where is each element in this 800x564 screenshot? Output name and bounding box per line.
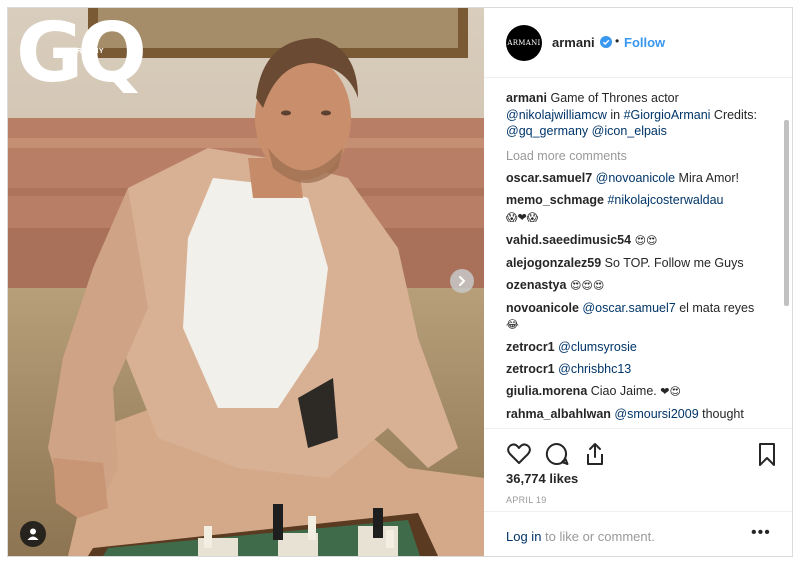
caption-hashtag[interactable]: #GiorgioArmani [624, 108, 711, 122]
login-link[interactable]: Log in [506, 529, 541, 544]
comment-username[interactable]: novoanicole [506, 301, 579, 315]
comment: zetrocr1 @clumsyrosie [506, 339, 780, 356]
separator-dot: • [615, 34, 620, 48]
comment-username[interactable]: oscar.samuel7 [506, 171, 592, 185]
comment-emoji: ❤😍 [660, 385, 681, 398]
login-bar: Log in to like or comment. ••• [484, 511, 792, 556]
comment-username[interactable]: memo_schmage [506, 193, 604, 207]
comment-mention[interactable]: @chrisbhc13 [558, 362, 631, 376]
caption-mention[interactable]: @gq_germany [506, 124, 588, 138]
comment-username[interactable]: vahid.saeedimusic54 [506, 233, 631, 247]
comment-mention[interactable]: @clumsyrosie [558, 340, 637, 354]
comments-list[interactable]: armani Game of Thrones actor @nikolajwil… [506, 90, 780, 428]
comment-username[interactable]: zetrocr1 [506, 362, 555, 376]
post-photo[interactable]: GQ GERMANY [8, 8, 484, 556]
follow-button[interactable]: Follow [624, 35, 665, 50]
caption-mention[interactable]: @icon_elpais [592, 124, 667, 138]
comment-emoji: 😍😍😍 [569, 278, 605, 292]
load-more-comments-button[interactable]: Load more comments [506, 148, 780, 165]
comment: giulia.morena Ciao Jaime. ❤😍 [506, 383, 780, 401]
comment-username[interactable]: giulia.morena [506, 384, 587, 398]
comment-emoji: 😍😍 [634, 233, 658, 247]
share-icon[interactable] [582, 441, 608, 467]
post-header: ARMANI armani • Follow [484, 8, 792, 78]
verified-badge-icon [600, 36, 612, 48]
comment-icon[interactable] [544, 441, 570, 467]
likes-count[interactable]: 36,774 likes [506, 471, 578, 486]
comment-text: So TOP. Follow me Guys [601, 255, 744, 270]
post-frame: GQ GERMANY ARMANI armani • Follow armani… [7, 7, 793, 557]
caption-text: in [606, 107, 624, 122]
avatar[interactable]: ARMANI [506, 25, 542, 61]
comment: rahma_albahlwan @smoursi2009 thought [506, 406, 780, 423]
caption-text: Credits: [710, 107, 757, 122]
comment: zetrocr1 @chrisbhc13 [506, 361, 780, 378]
heart-icon[interactable] [506, 441, 532, 467]
caption-text: Game of Thrones actor [547, 91, 679, 105]
comment: ozenastya 😍😍😍 [506, 277, 780, 295]
caption: armani Game of Thrones actor @nikolajwil… [506, 90, 780, 140]
post-date[interactable]: APRIL 19 [506, 495, 547, 505]
gq-logo-subtitle: GERMANY [66, 48, 104, 55]
login-prompt: Log in to like or comment. [506, 529, 655, 544]
comment-hashtag[interactable]: #nikolajcosterwaldau [607, 193, 723, 207]
action-bar [484, 428, 792, 468]
comment-text: Ciao Jaime. [587, 384, 661, 398]
comment-username[interactable]: rahma_albahlwan [506, 407, 611, 421]
comment-username[interactable]: zetrocr1 [506, 340, 555, 354]
comment-emoji: 😂 [506, 318, 519, 331]
post-sidebar: ARMANI armani • Follow armani Game of Th… [484, 8, 792, 556]
chevron-right-icon [459, 276, 466, 286]
header-username[interactable]: armani [552, 35, 595, 50]
comment: memo_schmage #nikolajcosterwaldau 😱❤😱 [506, 192, 780, 226]
bookmark-icon[interactable] [754, 441, 780, 467]
comment-emoji: 😱❤😱 [506, 210, 539, 224]
comment-text: thought [698, 407, 744, 421]
comment-text: el mata reyes [675, 300, 755, 315]
login-prompt-text: to like or comment. [541, 529, 655, 544]
comment: novoanicole @oscar.samuel7 el mata reyes… [506, 300, 780, 334]
comment-mention[interactable]: @oscar.samuel7 [582, 301, 675, 315]
comment-username[interactable]: ozenastya [506, 278, 566, 292]
comment: vahid.saeedimusic54 😍😍 [506, 232, 780, 250]
user-tag-icon [27, 528, 39, 540]
comment-mention[interactable]: @novoanicole [596, 171, 675, 185]
caption-username[interactable]: armani [506, 91, 547, 105]
comment-text: Mira Amor! [675, 171, 739, 185]
caption-mention[interactable]: @nikolajwilliamcw [506, 108, 607, 122]
comment-mention[interactable]: @smoursi2009 [614, 407, 698, 421]
next-photo-button[interactable] [450, 269, 474, 293]
comment: oscar.samuel7 @novoanicole Mira Amor! [506, 170, 780, 187]
comment: alejogonzalez59 So TOP. Follow me Guys [506, 255, 780, 272]
comments-scrollbar[interactable] [784, 120, 789, 306]
comment-username[interactable]: alejogonzalez59 [506, 256, 601, 270]
more-options-button[interactable]: ••• [751, 524, 771, 542]
user-tag-button[interactable] [20, 521, 46, 547]
